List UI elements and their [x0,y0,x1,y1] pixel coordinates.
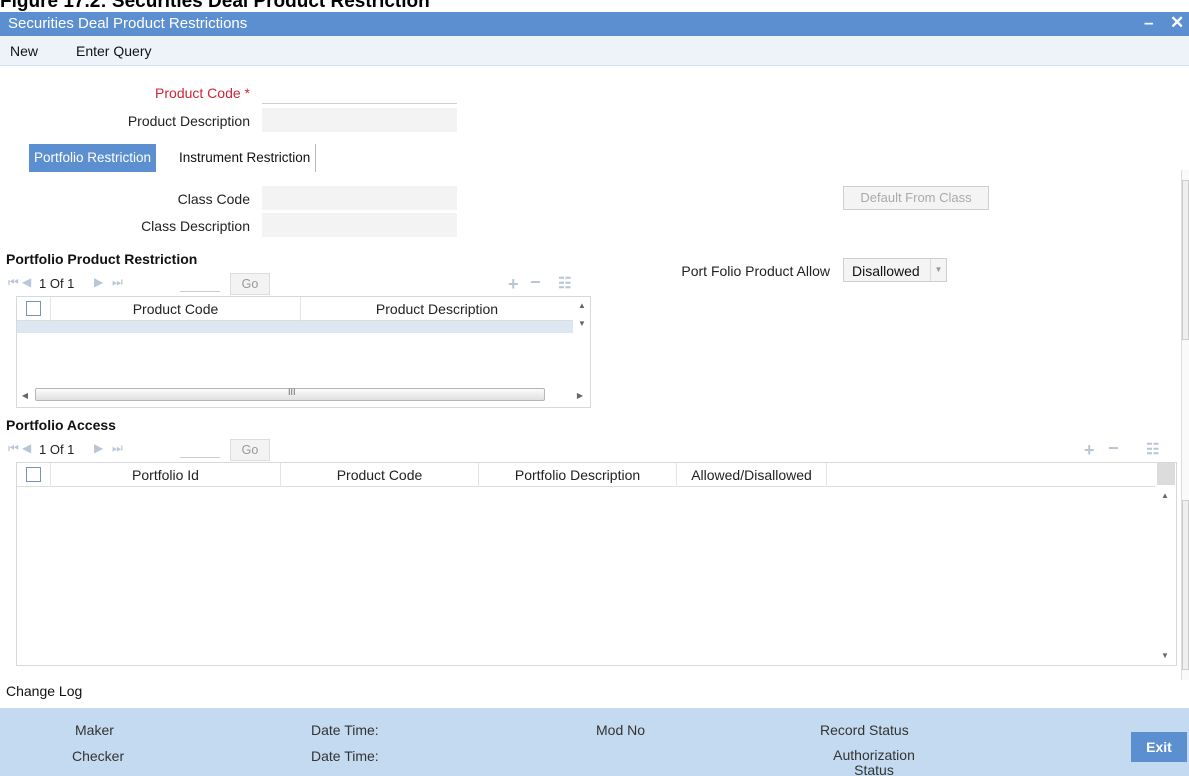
product-description-label: Product Description [127,113,250,129]
portfolio-product-restriction-grid: Product Code Product Description ▲ ▼ ◀ I… [16,296,591,408]
next-page-icon[interactable]: ▶ [94,275,103,289]
add-row-icon[interactable]: + [508,274,519,295]
scroll-up-icon[interactable]: ▲ [574,301,590,310]
class-code-label: Class Code [177,191,250,207]
page-scroll-thumb[interactable] [1182,180,1189,340]
ppr-grid-header: Product Code Product Description [17,297,573,321]
ppr-page-indicator: 1 Of 1 [39,276,75,291]
page-scroll-thumb-lower[interactable] [1182,500,1189,670]
pa-col-allowed-disallowed: Allowed/Disallowed [677,463,827,487]
class-description-field [262,213,457,237]
pa-vertical-scrollbar[interactable]: ▲ ▼ [1157,463,1175,665]
ppr-page-input[interactable] [180,291,220,292]
pa-go-button[interactable]: Go [230,439,270,461]
authorization-status-label: Authorization Status [833,747,915,776]
scroll-down-icon[interactable]: ▼ [574,319,590,328]
delete-row-icon[interactable]: − [530,272,541,293]
tab-instrument-restriction[interactable]: Instrument Restriction [174,144,317,172]
maker-date-time-label: Date Time: [311,722,379,738]
menu-bar: New Enter Query [0,36,1189,66]
page-vertical-scrollbar[interactable] [1181,170,1189,680]
pa-page-indicator: 1 Of 1 [39,442,75,457]
portfolio-access-grid: Portfolio Id Product Code Portfolio Desc… [16,462,1177,666]
enter-query-menu-item[interactable]: Enter Query [76,43,151,59]
window-titlebar: Securities Deal Product Restrictions – ✕ [0,12,1189,36]
scroll-left-icon[interactable]: ◀ [17,391,33,400]
class-description-label: Class Description [141,218,250,234]
close-icon[interactable]: ✕ [1170,13,1184,33]
pa-pager: ⏮ ◀ 1 Of 1 ▶ ⏭ Go [8,439,278,461]
table-row[interactable] [17,321,573,333]
ppr-pager: ⏮ ◀ 1 Of 1 ▶ ⏭ Go [8,273,278,295]
new-menu-item[interactable]: New [10,43,38,59]
record-status-label: Record Status [820,722,909,738]
tab-portfolio-restriction[interactable]: Portfolio Restriction [29,144,157,172]
port-folio-product-allow-select[interactable]: Disallowed ▼ [843,258,947,282]
port-folio-product-allow-label: Port Folio Product Allow [681,263,830,279]
required-icon: * [244,85,250,101]
ppr-vertical-scrollbar[interactable]: ▲ ▼ [574,297,590,333]
ppr-col-product-code: Product Code [51,297,301,321]
scroll-down-icon[interactable]: ▼ [1157,651,1173,660]
ppr-col-product-description: Product Description [375,301,499,317]
last-page-icon[interactable]: ⏭ [112,441,123,456]
product-description-field [262,108,457,132]
checker-date-time-label: Date Time: [311,748,379,764]
product-code-input[interactable] [262,80,457,104]
mod-no-label: Mod No [596,722,646,738]
maker-label: Maker [75,722,114,738]
ppr-hscroll-thumb[interactable]: III [35,387,545,401]
window-title: Securities Deal Product Restrictions [8,15,248,32]
prev-page-icon[interactable]: ◀ [22,275,31,289]
pa-col-product-code: Product Code [281,463,479,487]
exit-button[interactable]: Exit [1131,732,1187,762]
minimize-icon[interactable]: – [1144,13,1153,33]
pa-col-portfolio-id: Portfolio Id [51,463,281,487]
ppr-select-all-checkbox[interactable] [26,301,41,316]
scroll-up-icon[interactable]: ▲ [1157,491,1173,500]
view-row-icon[interactable]: ☷ [558,274,571,292]
pa-select-all-cell [17,463,51,487]
default-from-class-button[interactable]: Default From Class [843,186,989,210]
chevron-down-icon[interactable]: ▼ [930,259,946,281]
class-code-field [262,186,457,210]
checker-label: Checker [72,748,125,764]
portfolio-product-restriction-title: Portfolio Product Restriction [6,251,198,267]
product-code-label-text: Product Code [155,85,241,101]
first-page-icon[interactable]: ⏮ [8,275,19,290]
scroll-right-icon[interactable]: ▶ [572,391,588,400]
audit-panel: Maker Checker Date Time: Date Time: Mod … [0,708,1189,776]
next-page-icon[interactable]: ▶ [94,441,103,455]
delete-row-icon[interactable]: − [1108,438,1119,459]
add-row-icon[interactable]: + [1084,440,1095,461]
port-folio-product-allow-value: Disallowed [852,263,920,279]
pa-scroll-corner [1157,463,1175,485]
pa-grid-header: Portfolio Id Product Code Portfolio Desc… [17,463,1155,487]
ppr-select-all-cell [17,297,51,321]
ppr-horizontal-scrollbar[interactable]: ◀ III ▶ [17,387,590,403]
first-page-icon[interactable]: ⏮ [8,441,19,456]
pa-select-all-checkbox[interactable] [26,467,41,482]
pa-page-input[interactable] [180,457,220,458]
change-log-link[interactable]: Change Log [6,683,82,699]
prev-page-icon[interactable]: ◀ [22,441,31,455]
portfolio-access-title: Portfolio Access [6,417,116,433]
pa-col-portfolio-description: Portfolio Description [479,463,677,487]
ppr-go-button[interactable]: Go [230,273,270,295]
view-row-icon[interactable]: ☷ [1146,440,1159,458]
last-page-icon[interactable]: ⏭ [112,275,123,290]
product-code-label: Product Code * [100,85,250,101]
